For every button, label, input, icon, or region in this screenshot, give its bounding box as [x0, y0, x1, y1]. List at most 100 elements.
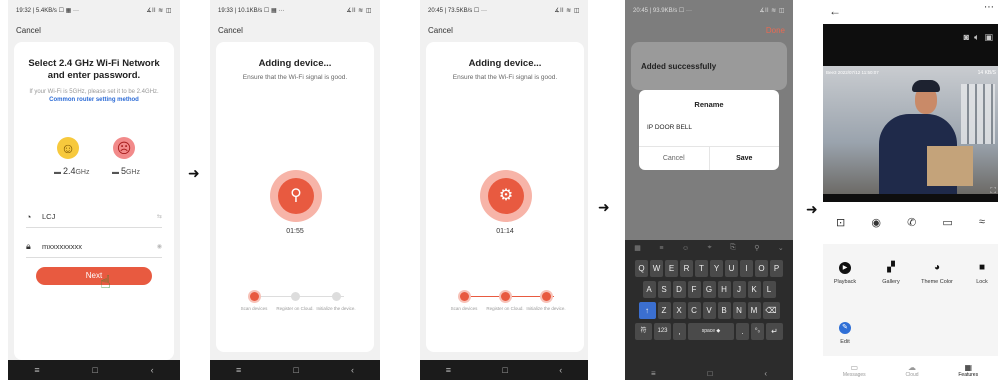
record-icon[interactable]: ▭: [942, 216, 952, 229]
switch-network-icon[interactable]: ⇆: [157, 213, 162, 220]
key-period[interactable]: .: [736, 323, 749, 340]
more-icon[interactable]: ⋯: [984, 2, 994, 13]
list-icon[interactable]: ≡: [659, 245, 663, 252]
key-b[interactable]: B: [717, 302, 731, 319]
screenshot-icon[interactable]: ⊡: [836, 216, 845, 229]
layout-icon[interactable]: ▣: [984, 32, 998, 42]
key-j[interactable]: J: [732, 281, 746, 298]
password-field[interactable]: 🔒︎ mxxxxxxxxx ◉: [26, 236, 162, 258]
router-setting-link[interactable]: Common router setting method: [49, 97, 139, 103]
key-c[interactable]: C: [687, 302, 701, 319]
progress-steps: Scan devices Register on Cloud. Initiali…: [216, 292, 374, 332]
adding-card: Adding device... Ensure that the Wi-Fi s…: [216, 42, 374, 352]
key-a[interactable]: A: [642, 281, 656, 298]
key-p[interactable]: P: [770, 260, 783, 277]
key-backspace[interactable]: ⌫: [762, 302, 780, 319]
key-space[interactable]: space ◆: [688, 323, 734, 340]
key-y[interactable]: Y: [710, 260, 723, 277]
menu-nav-icon[interactable]: ≡: [446, 365, 451, 375]
key-i[interactable]: I: [740, 260, 753, 277]
dialog-buttons: Cancel Save: [639, 146, 779, 170]
home-nav-icon[interactable]: □: [293, 365, 298, 375]
feature-theme-color[interactable]: ◕ Theme Color: [917, 262, 957, 286]
cancel-button[interactable]: Cancel: [428, 26, 453, 35]
live-video: ◙🔈︎▣ Bee3 2022/07/12 11:50:07 14 KB/S ⛶: [823, 24, 998, 202]
tab-features[interactable]: ▦ Features: [958, 363, 978, 378]
cancel-button[interactable]: Cancel: [16, 26, 41, 35]
home-nav-icon[interactable]: □: [708, 369, 713, 378]
key-q[interactable]: Q: [635, 260, 648, 277]
speaker-icon[interactable]: 🔈︎: [974, 32, 984, 42]
key-f[interactable]: F: [687, 281, 701, 298]
feature-gallery[interactable]: ▞ Gallery: [871, 262, 911, 286]
cancel-button[interactable]: Cancel: [218, 26, 243, 35]
key-u[interactable]: U: [725, 260, 738, 277]
back-nav-icon[interactable]: ‹: [351, 365, 354, 375]
step-dot-scan: [250, 292, 259, 301]
feature-edit[interactable]: ✎ Edit: [825, 322, 865, 346]
key-e[interactable]: E: [665, 260, 678, 277]
fullscreen-icon[interactable]: ⛶: [990, 186, 996, 196]
countdown-timer: 01:14: [496, 228, 514, 235]
band-5ghz: ▬ 5GHz: [112, 166, 140, 176]
tab-messages[interactable]: ▭ Messages: [843, 363, 866, 378]
key-x[interactable]: X: [672, 302, 686, 319]
key-r[interactable]: R: [680, 260, 693, 277]
search-icon[interactable]: ⚲: [754, 244, 759, 252]
key-g[interactable]: G: [702, 281, 716, 298]
key-w[interactable]: W: [650, 260, 663, 277]
home-nav-icon[interactable]: □: [502, 365, 507, 375]
key-enter[interactable]: ↵: [766, 323, 783, 340]
menu-nav-icon[interactable]: ≡: [34, 365, 39, 375]
key-d[interactable]: D: [672, 281, 686, 298]
back-arrow-icon[interactable]: ←: [829, 4, 841, 18]
feature-lock[interactable]: ■ Lock: [962, 262, 998, 286]
key-m[interactable]: M: [747, 302, 761, 319]
emoji-icon[interactable]: ☺: [682, 245, 689, 252]
tab-cloud[interactable]: ☁ Cloud: [905, 363, 918, 378]
key-s[interactable]: S: [657, 281, 671, 298]
menu-nav-icon[interactable]: ≡: [651, 369, 656, 378]
snapshot-icon[interactable]: ◙: [964, 32, 974, 42]
key-l[interactable]: L: [762, 281, 776, 298]
key-z[interactable]: Z: [657, 302, 671, 319]
key-h[interactable]: H: [717, 281, 731, 298]
key-n[interactable]: N: [732, 302, 746, 319]
cursor-icon[interactable]: ⌖: [708, 244, 712, 252]
camera-icon[interactable]: ◉: [871, 216, 881, 229]
gallery-icon: ▞: [887, 262, 895, 273]
menu-nav-icon[interactable]: ≡: [236, 365, 241, 375]
key-shift[interactable]: ↑: [638, 302, 656, 319]
back-nav-icon[interactable]: ‹: [151, 365, 154, 375]
key-comma[interactable]: ,: [673, 323, 686, 340]
back-nav-icon[interactable]: ‹: [764, 369, 767, 378]
step-label-register: Register on Cloud.: [486, 306, 524, 311]
back-nav-icon[interactable]: ‹: [559, 365, 562, 375]
clipboard-icon[interactable]: ⎘: [730, 244, 736, 252]
collapse-icon[interactable]: ⌄: [778, 244, 784, 252]
camera-feed: Bee3 2022/07/12 11:50:07 14 KB/S: [823, 66, 998, 194]
key-t[interactable]: T: [695, 260, 708, 277]
grid-icon[interactable]: ▦: [634, 244, 641, 252]
key-k[interactable]: K: [747, 281, 761, 298]
dialog-save-button[interactable]: Save: [710, 147, 780, 170]
step-dot-register: [501, 292, 510, 301]
done-button[interactable]: Done: [766, 26, 785, 35]
show-password-icon[interactable]: ◉: [157, 243, 162, 250]
adding-card: Adding device... Ensure that the Wi-Fi s…: [426, 42, 584, 352]
key-o[interactable]: O: [755, 260, 768, 277]
key-language[interactable]: ⁰₀: [751, 323, 764, 340]
page-title: Adding device...: [258, 58, 332, 69]
next-button[interactable]: Next: [36, 267, 152, 285]
key-numbers[interactable]: 123: [654, 323, 671, 340]
feature-playback[interactable]: ▶ Playback: [825, 262, 865, 286]
system-nav-bar: ≡ □ ‹: [420, 360, 588, 380]
key-v[interactable]: V: [702, 302, 716, 319]
home-nav-icon[interactable]: □: [92, 365, 97, 375]
expand-icon[interactable]: ≈: [979, 216, 985, 229]
dialog-cancel-button[interactable]: Cancel: [639, 147, 710, 170]
key-symbols[interactable]: 符: [635, 323, 652, 340]
wifi-name-field[interactable]: ◔ LCJ ⇆: [26, 206, 162, 228]
rename-input[interactable]: IP DOOR BELL: [647, 124, 692, 131]
phone-icon[interactable]: ✆: [907, 216, 916, 229]
